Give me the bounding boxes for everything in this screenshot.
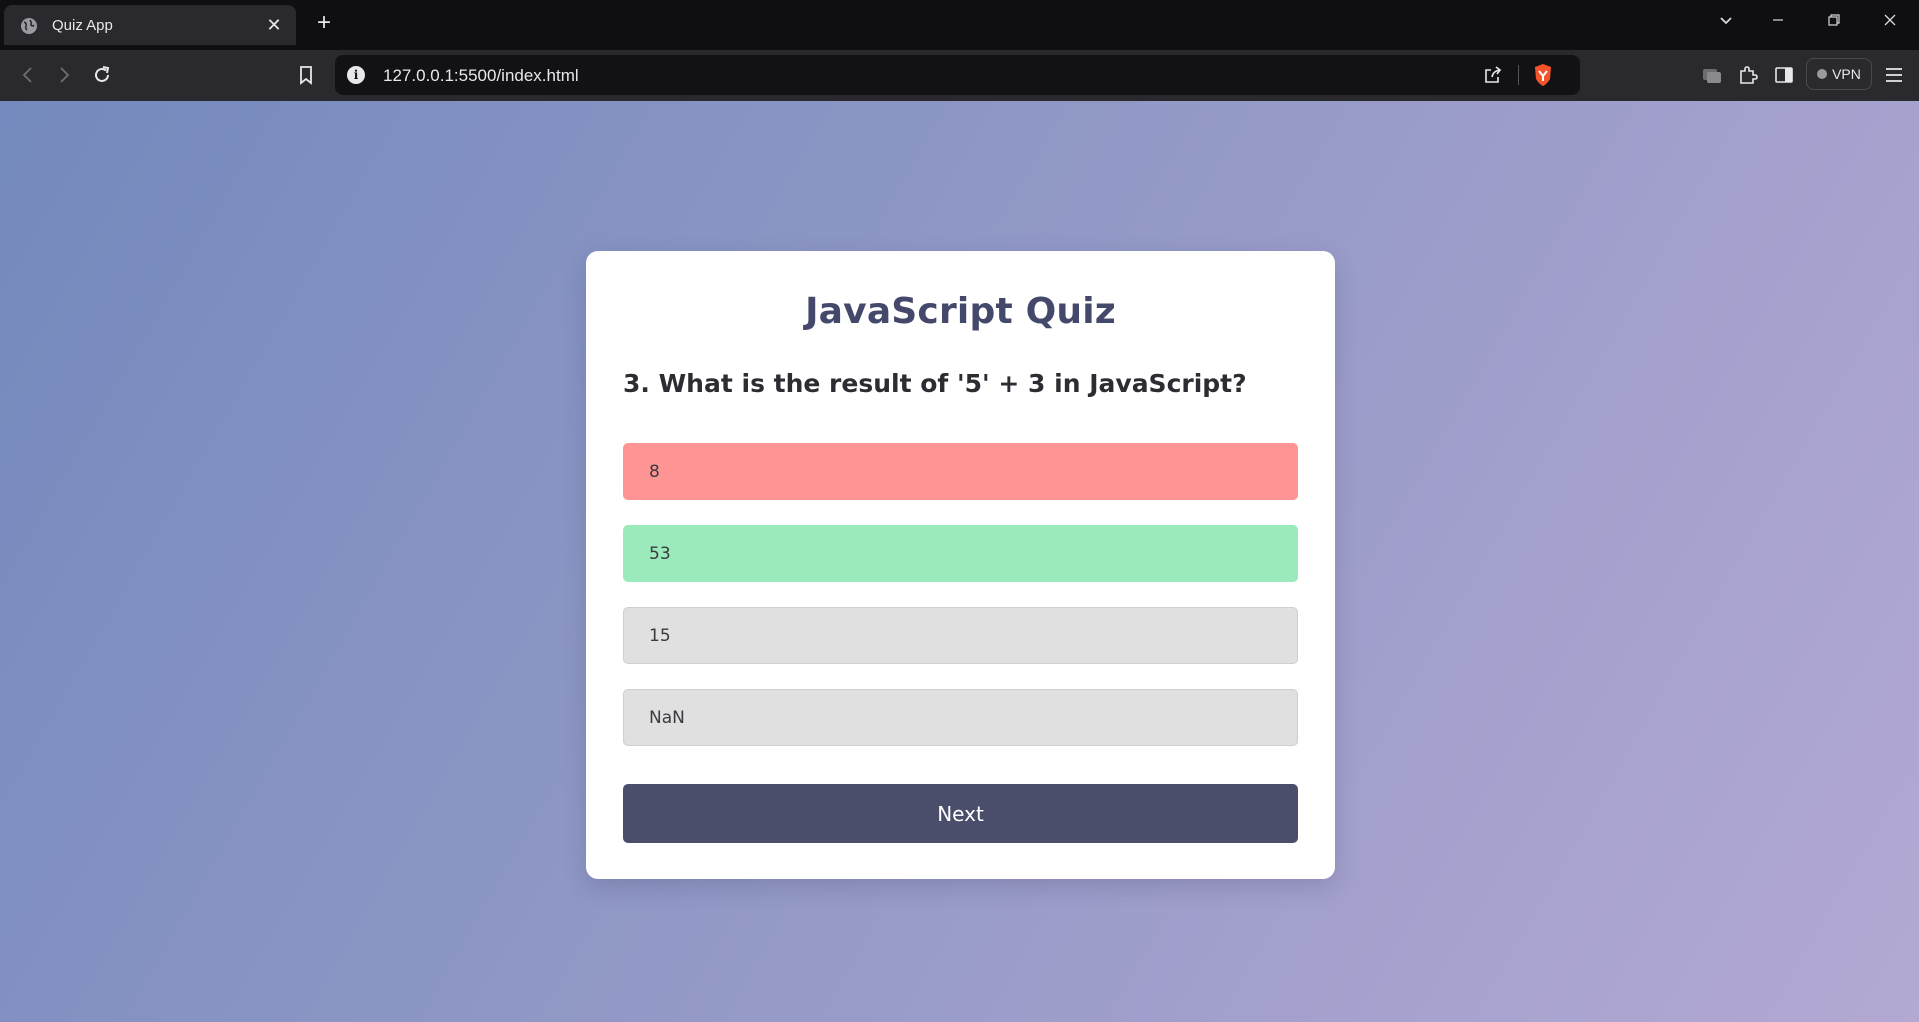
answer-label: 8: [649, 461, 660, 482]
wallet-icon[interactable]: [1700, 63, 1724, 87]
site-info-icon[interactable]: i: [347, 66, 365, 84]
answer-label: NaN: [649, 707, 685, 728]
share-icon[interactable]: [1483, 65, 1503, 85]
question-text: 3. What is the result of '5' + 3 in Java…: [623, 369, 1247, 398]
close-window-button[interactable]: [1876, 12, 1904, 36]
back-icon[interactable]: [16, 63, 40, 87]
answer-option-2[interactable]: 53: [623, 525, 1298, 582]
answer-option-1[interactable]: 8: [623, 443, 1298, 500]
address-bar[interactable]: i 127.0.0.1:5500/index.html: [335, 55, 1580, 95]
new-tab-button[interactable]: +: [311, 10, 337, 36]
answer-label: 53: [649, 543, 671, 564]
bookmark-icon[interactable]: [294, 63, 318, 87]
forward-icon[interactable]: [52, 63, 76, 87]
next-button[interactable]: Next: [623, 784, 1298, 843]
browser-tab[interactable]: Quiz App ✕: [4, 5, 296, 45]
vpn-label: VPN: [1832, 66, 1861, 82]
quiz-card: JavaScript Quiz 3. What is the result of…: [586, 251, 1335, 879]
browser-toolbar: i 127.0.0.1:5500/index.html VPN: [0, 50, 1919, 101]
sidebar-toggle-icon[interactable]: [1772, 63, 1796, 87]
vpn-status-icon: [1817, 69, 1828, 79]
restore-button[interactable]: [1820, 12, 1848, 36]
globe-icon: [21, 18, 37, 34]
answer-option-3[interactable]: 15: [623, 607, 1298, 664]
brave-shield-icon[interactable]: [1532, 63, 1554, 87]
tab-search-icon[interactable]: [1712, 12, 1740, 36]
quiz-title: JavaScript Quiz: [805, 291, 1116, 332]
vpn-button[interactable]: VPN: [1806, 58, 1872, 90]
answer-label: 15: [649, 625, 671, 646]
answer-option-4[interactable]: NaN: [623, 689, 1298, 746]
reload-icon[interactable]: [90, 63, 114, 87]
extensions-icon[interactable]: [1736, 63, 1760, 87]
address-separator: [1518, 65, 1519, 85]
minimize-button[interactable]: [1764, 12, 1792, 36]
address-url[interactable]: 127.0.0.1:5500/index.html: [383, 66, 579, 86]
menu-icon[interactable]: [1882, 63, 1906, 87]
browser-tabstrip: Quiz App ✕ +: [0, 0, 1919, 50]
tab-title: Quiz App: [52, 17, 113, 34]
tab-close-icon[interactable]: ✕: [264, 15, 284, 35]
page-viewport: JavaScript Quiz 3. What is the result of…: [0, 101, 1919, 1022]
